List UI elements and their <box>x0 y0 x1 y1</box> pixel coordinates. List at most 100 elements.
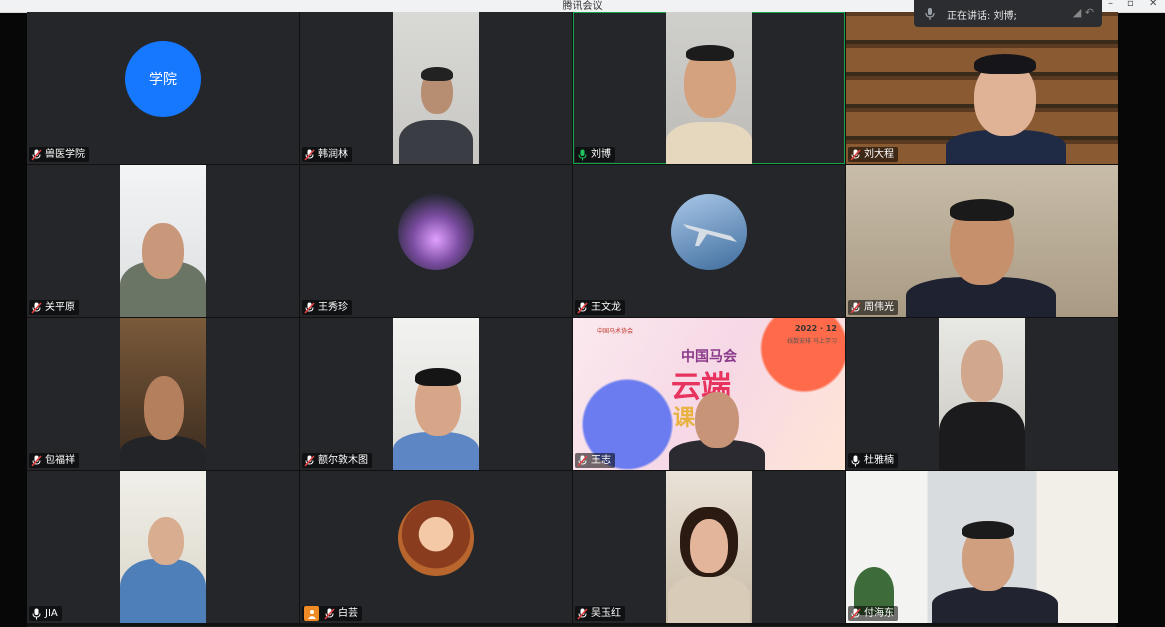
shared-slide: 中国马术协会 2022 · 12 线数安排 马上学习 中国马会 云端 课 <box>573 318 845 470</box>
video-figure <box>144 376 184 440</box>
video-figure <box>668 575 750 623</box>
left-black-margin <box>0 12 27 627</box>
restore-icon[interactable]: ▫ <box>1127 0 1134 9</box>
video-tile[interactable]: JIA <box>27 471 299 623</box>
participant-label: JIA <box>29 606 62 621</box>
participant-name: JIA <box>45 608 58 619</box>
participant-label: 杜雅楠 <box>848 453 898 468</box>
participant-label: 王秀珍 <box>302 300 352 315</box>
video-tile[interactable]: 韩润林 <box>300 12 572 164</box>
video-figure <box>690 519 728 573</box>
jet-icon <box>683 224 737 246</box>
video-figure <box>686 45 734 61</box>
video-tile[interactable]: 刘大程 <box>846 12 1118 164</box>
participant-name: 吴玉红 <box>591 608 621 619</box>
video-figure <box>932 587 1058 623</box>
participant-label: 额尔敦木图 <box>302 453 372 468</box>
participant-video <box>120 318 206 470</box>
mic-muted-icon <box>304 454 315 467</box>
mic-muted-icon <box>577 607 588 620</box>
mic-muted-icon <box>577 301 588 314</box>
video-figure <box>666 122 752 164</box>
participant-name: 刘博 <box>591 149 611 160</box>
speaking-indicator: 正在讲话: 刘博; ◢ ↶ <box>914 0 1102 27</box>
participant-label: 吴玉红 <box>575 606 625 621</box>
mic-muted-icon <box>304 301 315 314</box>
participant-video <box>393 318 479 470</box>
participant-video <box>120 471 206 623</box>
video-figure <box>939 402 1025 470</box>
participant-name: 额尔敦木图 <box>318 455 368 466</box>
speaker-mic-icon <box>925 8 935 20</box>
minimize-icon[interactable]: – <box>1108 0 1113 9</box>
slide-title-line3: 课 <box>673 405 696 431</box>
avatar <box>398 194 474 270</box>
video-tile[interactable]: 吴玉红 <box>573 471 845 623</box>
video-tile-active-speaker[interactable]: 刘博 <box>573 12 845 164</box>
speaking-text: 正在讲话: 刘博; <box>947 11 1017 22</box>
participant-label: 韩润林 <box>302 147 352 162</box>
video-tile[interactable]: 额尔敦木图 <box>300 318 572 470</box>
video-figure <box>421 67 453 81</box>
video-tile[interactable]: 学院 兽医学院 <box>27 12 299 164</box>
mic-muted-icon <box>304 148 315 161</box>
video-figure <box>120 436 206 470</box>
video-figure <box>142 223 184 279</box>
slide-slogan: 线数安排 马上学习 <box>787 338 837 345</box>
participant-name: 王文龙 <box>591 302 621 313</box>
video-grid: 学院 兽医学院 韩润林 刘博 刘大程 关平原 王秀珍 王文龙 周伟光 包福祥 额… <box>27 12 1118 626</box>
participant-label: 刘博 <box>575 147 615 162</box>
mic-icon <box>32 608 41 619</box>
video-figure <box>695 392 739 448</box>
participant-label: 兽医学院 <box>29 147 89 162</box>
avatar: 学院 <box>125 41 201 117</box>
video-figure <box>962 521 1014 539</box>
participant-label: 王志 <box>575 453 615 468</box>
participant-name: 包福祥 <box>45 455 75 466</box>
mic-muted-icon <box>850 301 861 314</box>
video-tile[interactable]: 杜雅楠 <box>846 318 1118 470</box>
avatar-initials: 学院 <box>125 41 201 117</box>
mic-muted-icon <box>31 301 42 314</box>
video-tile-screen-share[interactable]: 中国马术协会 2022 · 12 线数安排 马上学习 中国马会 云端 课 王志 <box>573 318 845 470</box>
video-figure <box>399 120 473 164</box>
video-tile[interactable]: 付海东 <box>846 471 1118 623</box>
video-figure <box>950 199 1014 221</box>
participant-label: 白芸 <box>302 606 362 621</box>
person-badge-icon <box>304 606 319 621</box>
participant-video <box>939 318 1025 470</box>
collapse-arrows-icon[interactable]: ◢ ↶ <box>1073 6 1094 19</box>
mic-muted-icon <box>850 148 861 161</box>
participant-label: 刘大程 <box>848 147 898 162</box>
participant-label: 包福祥 <box>29 453 79 468</box>
video-tile[interactable]: 王秀珍 <box>300 165 572 317</box>
participant-name: 白芸 <box>338 608 358 619</box>
participant-name: 王秀珍 <box>318 302 348 313</box>
participant-video <box>846 12 1118 164</box>
video-figure <box>415 368 461 386</box>
participant-name: 周伟光 <box>864 302 894 313</box>
video-tile[interactable]: 关平原 <box>27 165 299 317</box>
participant-name: 杜雅楠 <box>864 455 894 466</box>
participant-name: 王志 <box>591 455 611 466</box>
video-tile[interactable]: 白芸 <box>300 471 572 623</box>
slide-org: 中国马术协会 <box>597 328 634 335</box>
video-tile[interactable]: 包福祥 <box>27 318 299 470</box>
video-tile[interactable]: 周伟光 <box>846 165 1118 317</box>
participant-video <box>666 471 752 623</box>
participant-label: 王文龙 <box>575 300 625 315</box>
close-icon[interactable]: ✕ <box>1149 0 1157 9</box>
participant-name: 兽医学院 <box>45 149 85 160</box>
video-tile[interactable]: 王文龙 <box>573 165 845 317</box>
participant-video <box>393 12 479 164</box>
avatar <box>398 500 474 576</box>
mic-muted-icon <box>324 607 335 620</box>
participant-name: 刘大程 <box>864 149 894 160</box>
participant-name: 付海东 <box>864 608 894 619</box>
mic-muted-icon <box>31 454 42 467</box>
participant-label: 付海东 <box>848 606 898 621</box>
mic-muted-icon <box>31 148 42 161</box>
participant-video <box>666 12 752 164</box>
participant-label: 周伟光 <box>848 300 898 315</box>
video-figure <box>961 340 1003 402</box>
